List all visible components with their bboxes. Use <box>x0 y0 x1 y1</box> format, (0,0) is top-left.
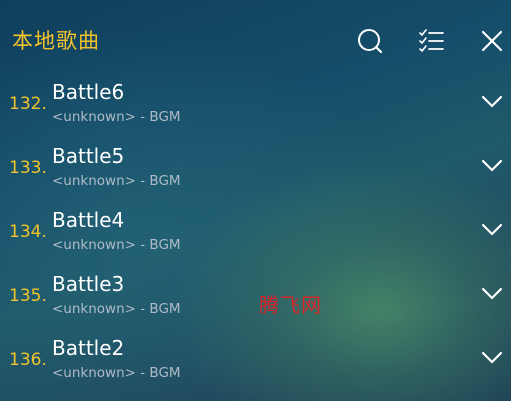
close-button[interactable] <box>477 26 507 56</box>
close-icon <box>479 28 505 54</box>
chevron-down-icon[interactable] <box>478 154 506 178</box>
chevron-down-icon[interactable] <box>478 282 506 306</box>
song-title: Battle6 <box>52 80 125 104</box>
song-index: 133. <box>9 158 47 178</box>
page-title: 本地歌曲 <box>12 29 100 53</box>
song-index: 136. <box>9 350 47 370</box>
local-songs-screen: 本地歌曲 132. Battle6 <unknown> - BGM 133. B… <box>0 0 511 401</box>
song-title: Battle3 <box>52 272 125 296</box>
song-row[interactable]: 134. Battle4 <unknown> - BGM <box>0 200 511 264</box>
song-row[interactable]: 136. Battle2 <unknown> - BGM <box>0 328 511 392</box>
song-subtitle: <unknown> - BGM <box>52 237 181 253</box>
song-subtitle: <unknown> - BGM <box>52 109 181 125</box>
header-bar: 本地歌曲 <box>0 0 511 80</box>
chevron-down-icon[interactable] <box>478 218 506 242</box>
multi-select-icon <box>417 27 445 55</box>
song-title: Battle4 <box>52 208 125 232</box>
multi-select-button[interactable] <box>416 26 446 56</box>
song-row[interactable]: 132. Battle6 <unknown> - BGM <box>0 72 511 136</box>
song-subtitle: <unknown> - BGM <box>52 173 181 189</box>
search-icon <box>356 27 384 55</box>
search-button[interactable] <box>355 26 385 56</box>
song-subtitle: <unknown> - BGM <box>52 301 181 317</box>
watermark-text: 腾飞网 <box>259 293 322 317</box>
song-title: Battle5 <box>52 144 125 168</box>
chevron-down-icon[interactable] <box>478 90 506 114</box>
song-index: 132. <box>9 94 47 114</box>
song-index: 135. <box>9 286 47 306</box>
song-title: Battle2 <box>52 336 125 360</box>
song-subtitle: <unknown> - BGM <box>52 365 181 381</box>
song-row[interactable]: 135. Battle3 <unknown> - BGM <box>0 264 511 328</box>
chevron-down-icon[interactable] <box>478 346 506 370</box>
song-index: 134. <box>9 222 47 242</box>
song-row[interactable]: 133. Battle5 <unknown> - BGM <box>0 136 511 200</box>
